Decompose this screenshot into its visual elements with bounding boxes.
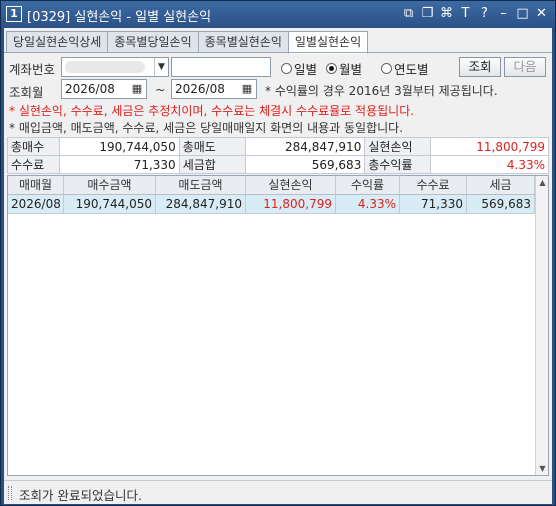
column-header-realized-pnl[interactable]: 실현손익	[246, 176, 336, 194]
radio-monthly-label: 월별	[339, 62, 363, 77]
title-bar[interactable]: 1 [0329] 실현손익 - 일별 실현손익 ⧉ ❐ ⌘ T ? – □ ✕	[1, 1, 555, 28]
fee-value: 71,330	[58, 155, 180, 174]
from-month-field[interactable]: 2026/08 ▦	[61, 79, 147, 99]
radio-monthly[interactable]: 월별	[326, 59, 362, 78]
tab-stock-realized-pnl[interactable]: 종목별실현손익	[197, 31, 289, 53]
from-month-value: 2026/08	[65, 82, 115, 96]
column-header-return[interactable]: 수익률	[336, 176, 400, 194]
minimize-icon[interactable]: –	[496, 5, 511, 22]
realized-pnl-value: 11,800,799	[430, 137, 549, 156]
total-buy-value: 190,744,050	[58, 137, 180, 156]
font-icon[interactable]: T	[458, 5, 473, 22]
total-sell-label: 총매도	[178, 137, 246, 156]
search-button[interactable]: 조회	[459, 57, 501, 77]
radio-daily-dot[interactable]	[281, 63, 292, 74]
cell-buy-amount: 190,744,050	[64, 195, 156, 213]
layout-icon[interactable]: ⧉	[401, 5, 416, 22]
tab-bar: 당일실현손익상세 종목별당일손익 종목별실현손익 일별실현손익	[6, 31, 369, 54]
summary-table: 총매수 190,744,050 총매도 284,847,910 실현손익 11,…	[7, 137, 549, 174]
account-select[interactable]: ▼	[61, 57, 169, 77]
column-header-sell-amount[interactable]: 매도금액	[156, 176, 246, 194]
cell-fee: 71,330	[400, 195, 467, 213]
to-month-value: 2026/08	[175, 82, 225, 96]
tab-today-realized-detail[interactable]: 당일실현손익상세	[6, 31, 109, 53]
account-name-field[interactable]	[171, 57, 271, 77]
to-month-field[interactable]: 2026/08 ▦	[171, 79, 257, 99]
radio-daily-label: 일별	[294, 62, 318, 77]
radio-daily[interactable]: 일별	[281, 59, 317, 78]
radio-monthly-dot[interactable]	[326, 63, 337, 74]
return-notice: * 수익률의 경우 2016년 3월부터 제공됩니다.	[265, 84, 498, 98]
return-rate-label: 총수익률	[364, 155, 432, 174]
column-header-month[interactable]: 매매월	[8, 176, 64, 194]
realized-pnl-label: 실현손익	[364, 137, 432, 156]
tax-value: 569,683	[244, 155, 366, 174]
tab-daily-realized-pnl[interactable]: 일별실현손익	[287, 31, 369, 54]
calendar-icon[interactable]: ▦	[239, 81, 255, 97]
range-tilde: ~	[155, 82, 166, 97]
help-icon[interactable]: ?	[477, 5, 492, 22]
cell-realized-pnl: 11,800,799	[246, 195, 336, 213]
column-header-tax[interactable]: 세금	[467, 176, 535, 194]
screen-number: 1	[6, 6, 22, 22]
masked-account-number	[65, 61, 145, 73]
radio-yearly-label: 연도별	[394, 62, 429, 77]
column-header-fee[interactable]: 수수료	[400, 176, 467, 194]
total-buy-label: 총매수	[7, 137, 60, 156]
cell-month: 2026/08	[8, 195, 64, 213]
status-message: 조회가 완료되었습니다.	[19, 488, 142, 503]
radio-yearly[interactable]: 연도별	[381, 59, 429, 78]
maximize-icon[interactable]: □	[515, 5, 530, 22]
next-button[interactable]: 다음	[504, 57, 546, 77]
tab-divider	[4, 52, 552, 53]
info-note: * 매입금액, 매도금액, 수수료, 세금은 당일매매일지 화면의 내용과 동일…	[9, 121, 404, 135]
close-icon[interactable]: ✕	[534, 5, 549, 22]
period-label: 조회월	[9, 85, 44, 100]
main-panel: 당일실현손익상세 종목별당일손익 종목별실현손익 일별실현손익 계좌번호 ▼ 일…	[4, 28, 552, 504]
calendar-icon[interactable]: ▦	[129, 81, 145, 97]
window-title: [0329] 실현손익 - 일별 실현손익	[27, 10, 212, 25]
window: 1 [0329] 실현손익 - 일별 실현손익 ⧉ ❐ ⌘ T ? – □ ✕ …	[0, 0, 556, 506]
column-header-buy-amount[interactable]: 매수금액	[64, 176, 156, 194]
account-label: 계좌번호	[9, 62, 56, 77]
scroll-down-icon[interactable]: ▼	[536, 462, 549, 475]
summary-row: 총매수 190,744,050 총매도 284,847,910 실현손익 11,…	[7, 137, 549, 156]
status-bar: 조회가 완료되었습니다.	[4, 480, 552, 504]
chevron-down-icon[interactable]: ▼	[154, 58, 168, 76]
tax-label: 세금합	[178, 155, 246, 174]
grid-header: 매매월 매수금액 매도금액 실현손익 수익률 수수료 세금	[8, 176, 535, 195]
cell-tax: 569,683	[467, 195, 535, 213]
monthly-grid[interactable]: 매매월 매수금액 매도금액 실현손익 수익률 수수료 세금 2026/08 19…	[7, 175, 549, 476]
cell-sell-amount: 284,847,910	[156, 195, 246, 213]
scroll-up-icon[interactable]: ▲	[536, 176, 549, 189]
total-sell-value: 284,847,910	[244, 137, 366, 156]
grip-icon	[8, 486, 12, 500]
title-bar-icons: ⧉ ❐ ⌘ T ? – □ ✕	[401, 5, 549, 22]
copy-icon[interactable]: ❐	[420, 5, 435, 22]
radio-yearly-dot[interactable]	[381, 63, 392, 74]
return-rate-value: 4.33%	[430, 155, 549, 174]
fee-label: 수수료	[7, 155, 60, 174]
table-row[interactable]: 2026/08 190,744,050 284,847,910 11,800,7…	[8, 195, 535, 214]
tab-stock-today-pnl[interactable]: 종목별당일손익	[107, 31, 199, 53]
link-icon[interactable]: ⌘	[439, 5, 454, 22]
cell-return: 4.33%	[336, 195, 400, 213]
summary-row: 수수료 71,330 세금합 569,683 총수익률 4.33%	[7, 155, 549, 174]
estimate-warning: * 실현손익, 수수료, 세금은 추정치이며, 수수료는 체결시 수수료율로 적…	[9, 104, 415, 118]
vertical-scrollbar[interactable]: ▲ ▼	[535, 176, 548, 475]
